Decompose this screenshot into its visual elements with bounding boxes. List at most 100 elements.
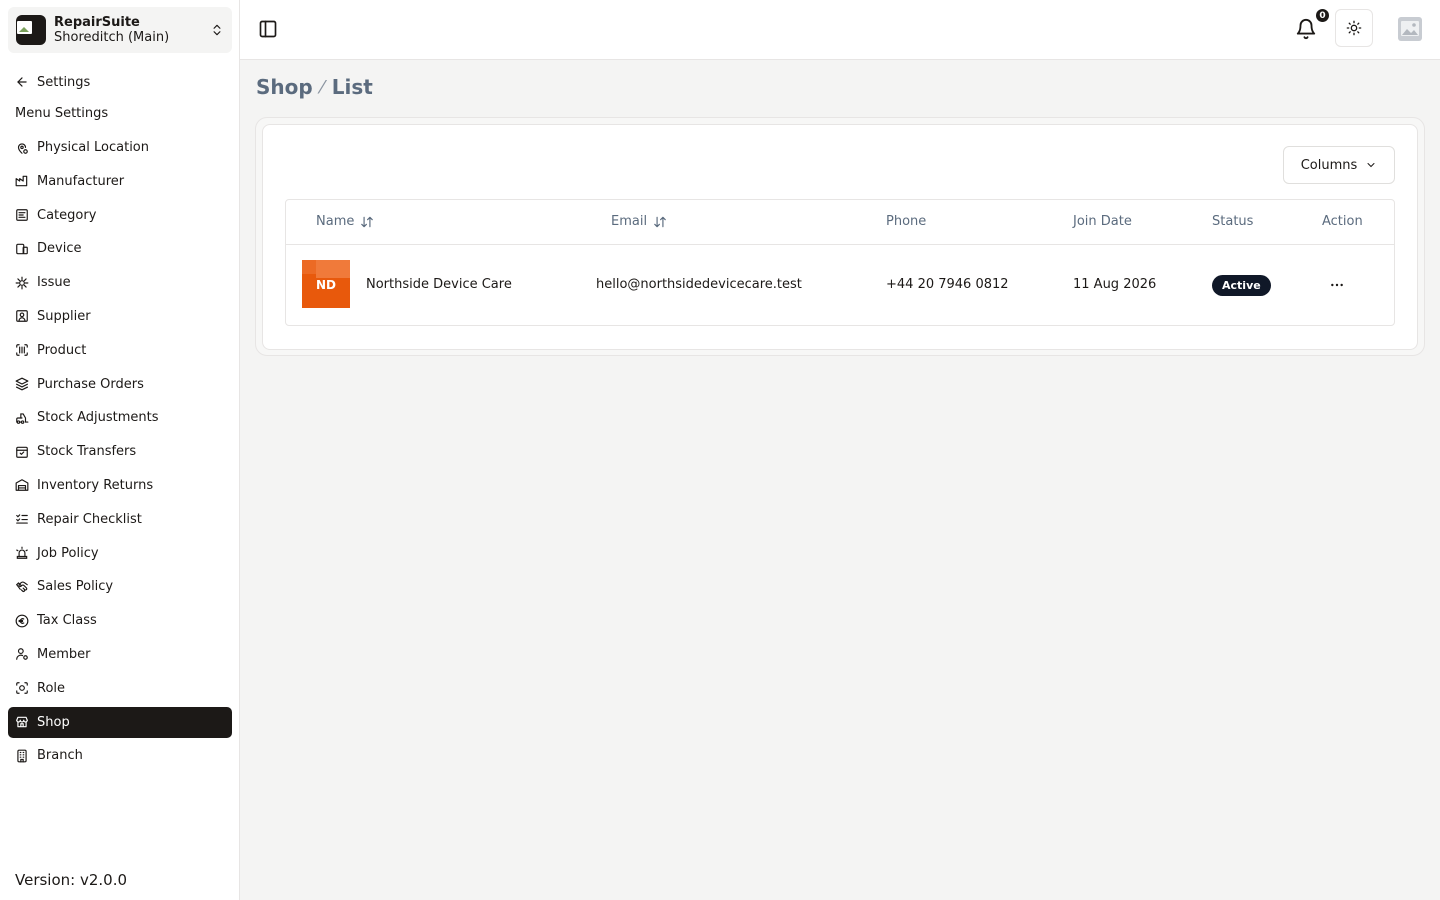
theme-toggle-button[interactable] bbox=[1335, 9, 1373, 47]
sidebar-item-label: Member bbox=[37, 646, 91, 662]
columns-button[interactable]: Columns bbox=[1283, 146, 1395, 184]
sidebar-item-role[interactable]: Role bbox=[8, 673, 232, 704]
forklift-icon bbox=[16, 413, 29, 424]
sidebar: RepairSuite Shoreditch (Main) Settings M… bbox=[0, 0, 240, 900]
scan-face-icon bbox=[16, 682, 28, 695]
map-pin-icon bbox=[17, 142, 28, 154]
cell-phone: +44 20 7946 0812 bbox=[886, 277, 1009, 292]
sidebar-item-label: Inventory Returns bbox=[37, 477, 154, 493]
header-name: Name bbox=[316, 214, 374, 229]
shop-logo-initials: ND bbox=[315, 278, 336, 292]
sidebar-item-physical-location[interactable]: Physical Location bbox=[8, 132, 232, 163]
table-header: Name Email Phone Join Date Status Action bbox=[286, 200, 1394, 245]
sidebar-item-label: Stock Transfers bbox=[37, 444, 137, 460]
sun-icon bbox=[1346, 20, 1362, 36]
row-actions-button[interactable] bbox=[1326, 274, 1348, 296]
sidebar-item-job-policy[interactable]: Job Policy bbox=[8, 538, 232, 569]
euro-icon bbox=[15, 614, 29, 628]
sidebar-item-supplier[interactable]: Supplier bbox=[8, 301, 232, 332]
sidebar-item-device[interactable]: Device bbox=[8, 233, 232, 264]
sidebar-item-label: Product bbox=[37, 342, 87, 358]
app-version: Version: v2.0.0 bbox=[15, 871, 128, 889]
menu-title: Menu Settings bbox=[15, 106, 109, 121]
chevron-down-icon bbox=[1367, 163, 1375, 168]
table-row: ND Northside Device Care hello@northside… bbox=[286, 246, 1394, 326]
sidebar-item-shop[interactable]: Shop bbox=[8, 706, 232, 738]
store-icon bbox=[16, 716, 28, 728]
contact-icon bbox=[16, 310, 28, 323]
sidebar-item-label: Category bbox=[37, 207, 97, 223]
settings-nav: Physical Location Manufacturer Category … bbox=[8, 132, 232, 774]
breadcrumb-list: List bbox=[331, 75, 373, 99]
sidebar-item-label: Purchase Orders bbox=[37, 376, 144, 392]
more-horizontal-icon bbox=[1331, 283, 1343, 287]
chevrons-up-down-icon bbox=[213, 24, 221, 36]
image-icon bbox=[17, 21, 32, 34]
header-phone: Phone bbox=[886, 214, 927, 229]
org-text: RepairSuite Shoreditch (Main) bbox=[54, 15, 210, 45]
sidebar-item-label: Sales Policy bbox=[37, 579, 114, 595]
sidebar-item-label: Physical Location bbox=[37, 140, 149, 155]
header-email-label: Email bbox=[611, 214, 648, 229]
sidebar-item-branch[interactable]: Branch bbox=[8, 740, 232, 771]
back-to-settings-link[interactable]: Settings bbox=[15, 72, 90, 92]
avatar[interactable] bbox=[1398, 17, 1422, 41]
building-icon bbox=[17, 749, 27, 763]
sidebar-item-stock-transfers[interactable]: Stock Transfers bbox=[8, 436, 232, 467]
sidebar-item-label: Role bbox=[37, 680, 66, 696]
breadcrumb: Shop ⁄ List bbox=[256, 75, 373, 99]
org-name: RepairSuite bbox=[54, 15, 140, 30]
sidebar-item-label: Repair Checklist bbox=[37, 511, 142, 527]
sidebar-item-label: Tax Class bbox=[37, 613, 97, 629]
org-switcher[interactable]: RepairSuite Shoreditch (Main) bbox=[8, 7, 232, 53]
cell-name: Northside Device Care bbox=[366, 277, 512, 292]
arrow-left-icon bbox=[17, 77, 27, 87]
sidebar-item-inventory-returns[interactable]: Inventory Returns bbox=[8, 470, 232, 501]
sidebar-item-repair-checklist[interactable]: Repair Checklist bbox=[8, 504, 232, 535]
top-bar: 0 bbox=[240, 0, 1440, 60]
sidebar-item-member[interactable]: Member bbox=[8, 639, 232, 670]
columns-button-label: Columns bbox=[1300, 157, 1358, 173]
logo-shape bbox=[302, 260, 316, 274]
layers-icon bbox=[15, 377, 29, 391]
sidebar-item-product[interactable]: Product bbox=[8, 335, 232, 366]
sort-icon[interactable] bbox=[360, 215, 374, 229]
org-branch: Shoreditch (Main) bbox=[54, 30, 170, 45]
factory-icon bbox=[15, 176, 28, 187]
panel-left-icon[interactable] bbox=[258, 19, 278, 39]
breadcrumb-separator: ⁄ bbox=[320, 76, 324, 98]
sidebar-item-manufacturer[interactable]: Manufacturer bbox=[8, 166, 232, 197]
list-checks-icon bbox=[16, 514, 28, 524]
back-link-label: Settings bbox=[37, 74, 91, 90]
devices-icon bbox=[16, 243, 28, 255]
header-email: Email bbox=[611, 214, 667, 229]
scan-barcode-icon bbox=[16, 344, 28, 357]
sidebar-item-label: Manufacturer bbox=[37, 173, 125, 189]
shop-table: Name Email Phone Join Date Status Action… bbox=[285, 199, 1395, 326]
sidebar-item-category[interactable]: Category bbox=[8, 200, 232, 231]
cell-join-date: 11 Aug 2026 bbox=[1073, 277, 1157, 292]
shop-logo: ND bbox=[302, 260, 350, 308]
sidebar-item-label: Shop bbox=[37, 714, 70, 730]
sidebar-item-purchase-orders[interactable]: Purchase Orders bbox=[8, 369, 232, 400]
sidebar-item-label: Stock Adjustments bbox=[37, 410, 159, 426]
sidebar-item-issue[interactable]: Issue bbox=[8, 267, 232, 298]
sidebar-item-sales-policy[interactable]: Sales Policy bbox=[8, 571, 232, 602]
logo-shape bbox=[316, 260, 350, 278]
sidebar-item-label: Device bbox=[37, 241, 82, 257]
sidebar-item-label: Issue bbox=[37, 275, 71, 291]
sidebar-item-tax-class[interactable]: Tax Class bbox=[8, 605, 232, 636]
breadcrumb-shop[interactable]: Shop bbox=[256, 75, 313, 99]
siren-icon bbox=[16, 546, 28, 559]
status-badge: Active bbox=[1212, 275, 1271, 296]
cell-email: hello@northsidedevicecare.test bbox=[596, 277, 802, 292]
warehouse-icon bbox=[15, 479, 29, 492]
notification-count-badge: 0 bbox=[1315, 8, 1330, 23]
header-name-label: Name bbox=[316, 214, 355, 229]
header-status: Status bbox=[1212, 214, 1254, 229]
sort-icon[interactable] bbox=[653, 215, 667, 229]
org-logo bbox=[16, 15, 46, 45]
list-tree-icon bbox=[16, 209, 28, 221]
sidebar-item-stock-adjustments[interactable]: Stock Adjustments bbox=[8, 402, 232, 433]
bell-icon[interactable] bbox=[1295, 18, 1317, 40]
